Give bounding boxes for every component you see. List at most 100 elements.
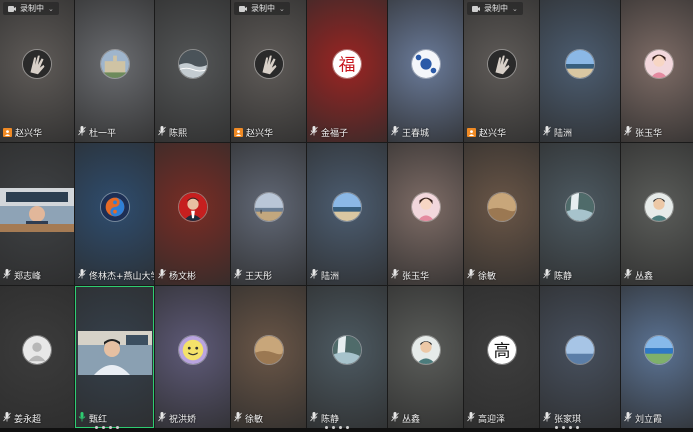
participant-tile[interactable]: 陈静 — [540, 143, 620, 285]
participant-name: 张家琪 — [554, 415, 582, 425]
participant-tile[interactable]: 陆洲 — [307, 143, 387, 285]
participant-label: 陈静 — [543, 269, 572, 282]
participant-tile[interactable]: 王春城 — [388, 0, 463, 142]
mic-muted-icon — [624, 412, 632, 425]
mic-muted-icon — [310, 126, 318, 139]
participant-label: 张玉华 — [391, 269, 429, 282]
participant-name: 丛鑫 — [402, 415, 421, 425]
recording-badge[interactable]: 录制中 ⌄ — [3, 2, 59, 15]
participant-label: 甄红 — [78, 412, 107, 425]
participant-label: 杜一平 — [78, 126, 116, 139]
page-dots — [555, 426, 579, 429]
avatar — [410, 49, 441, 79]
host-icon — [3, 128, 12, 137]
participant-name: 陈静 — [321, 415, 340, 425]
participant-tile[interactable]: 王天彤 — [231, 143, 306, 285]
recording-icon — [472, 5, 480, 12]
mic-muted-icon — [543, 412, 551, 425]
avatar — [644, 49, 674, 79]
mic-muted-icon — [78, 269, 86, 282]
participant-name: 杨文彬 — [169, 272, 197, 282]
participant-tile[interactable]: 丛鑫 — [388, 286, 463, 428]
participant-tile[interactable]: 录制中 ⌄ 赵兴华 — [231, 0, 306, 142]
avatar: 高 — [486, 335, 517, 365]
avatar — [486, 192, 517, 222]
page-dots — [95, 426, 119, 429]
mic-muted-icon — [158, 126, 166, 139]
participant-label: 赵兴华 — [234, 126, 273, 139]
participant-label: 徐敏 — [467, 269, 496, 282]
participant-tile[interactable]: 张玉华 — [388, 143, 463, 285]
participant-name: 杜一平 — [89, 129, 117, 139]
recording-label: 录制中 — [251, 4, 275, 13]
participant-label: 高迎泽 — [467, 412, 505, 425]
recording-badge[interactable]: 录制中 ⌄ — [234, 2, 290, 15]
participant-tile[interactable]: 佟林杰+燕山大学 — [75, 143, 154, 285]
recording-icon — [8, 5, 16, 12]
participant-label: 张玉华 — [624, 126, 662, 139]
mic-active-icon — [78, 412, 86, 425]
participant-tile[interactable]: 姜永超 — [0, 286, 74, 428]
avatar — [410, 192, 441, 222]
participant-tile[interactable]: 徐敏 — [464, 143, 539, 285]
participant-tile[interactable]: 杨文彬 — [155, 143, 230, 285]
participant-tile[interactable]: 甄红 — [75, 286, 154, 428]
avatar — [22, 49, 52, 79]
mic-muted-icon — [467, 412, 475, 425]
chevron-down-icon: ⌄ — [48, 4, 54, 13]
avatar — [644, 192, 674, 222]
participant-tile[interactable]: 福金福子 — [307, 0, 387, 142]
mic-muted-icon — [234, 412, 242, 425]
participant-tile[interactable]: 徐敏 — [231, 286, 306, 428]
participant-tile[interactable]: 陈熙 — [155, 0, 230, 142]
recording-label: 录制中 — [484, 4, 508, 13]
participant-name: 赵兴华 — [479, 129, 507, 139]
participant-tile[interactable]: 张玉华 — [621, 0, 693, 142]
participant-tile[interactable]: 郑志峰 — [0, 143, 74, 285]
participant-name: 陈熙 — [169, 129, 188, 139]
mic-muted-icon — [624, 126, 632, 139]
avatar — [486, 49, 517, 79]
mic-muted-icon — [391, 269, 399, 282]
recording-icon — [239, 5, 247, 12]
participant-tile[interactable]: 刘立霞 — [621, 286, 693, 428]
avatar — [565, 335, 595, 365]
participant-label: 王天彤 — [234, 269, 272, 282]
participant-label: 赵兴华 — [467, 126, 506, 139]
mic-muted-icon — [467, 269, 475, 282]
svg-text:福: 福 — [339, 55, 356, 75]
avatar — [177, 192, 208, 222]
avatar — [22, 335, 52, 365]
participant-tile[interactable]: 祝洪娇 — [155, 286, 230, 428]
participant-label: 王春城 — [391, 126, 429, 139]
participant-tile[interactable]: 丛鑫 — [621, 143, 693, 285]
chevron-down-icon: ⌄ — [279, 4, 285, 13]
participant-name: 高迎泽 — [478, 415, 506, 425]
avatar: 福 — [332, 49, 362, 79]
host-icon — [234, 128, 243, 137]
participant-name: 张玉华 — [402, 272, 430, 282]
participant-label: 姜永超 — [3, 412, 41, 425]
participant-tile[interactable]: 录制中 ⌄ 赵兴华 — [0, 0, 74, 142]
participant-tile[interactable]: 高高迎泽 — [464, 286, 539, 428]
mic-muted-icon — [310, 269, 318, 282]
participant-tile[interactable]: 录制中 ⌄ 赵兴华 — [464, 0, 539, 142]
participant-tile[interactable]: 陆洲 — [540, 0, 620, 142]
avatar — [99, 192, 130, 222]
participant-label: 赵兴华 — [3, 126, 42, 139]
participant-label: 刘立霞 — [624, 412, 662, 425]
avatar — [644, 335, 674, 365]
participant-name: 祝洪娇 — [169, 415, 197, 425]
participant-tile[interactable]: 陈静 — [307, 286, 387, 428]
avatar — [565, 192, 595, 222]
avatar — [177, 335, 208, 365]
participant-name: 陆洲 — [321, 272, 340, 282]
participant-tile[interactable]: 杜一平 — [75, 0, 154, 142]
avatar — [253, 49, 284, 79]
participant-label: 郑志峰 — [3, 269, 41, 282]
page-dots — [325, 426, 349, 429]
participant-label: 张家琪 — [543, 412, 581, 425]
recording-badge[interactable]: 录制中 ⌄ — [467, 2, 523, 15]
participant-label: 佟林杰+燕山大学 — [78, 269, 154, 282]
participant-tile[interactable]: 张家琪 — [540, 286, 620, 428]
